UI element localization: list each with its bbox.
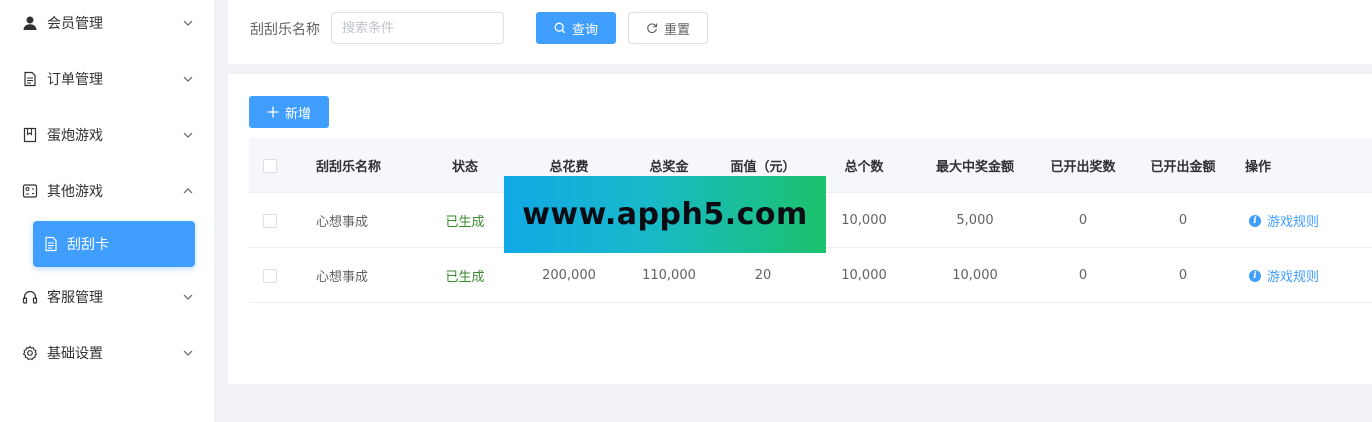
cell-max-prize: 5,000 [956, 213, 994, 228]
chevron-up-icon [183, 188, 193, 194]
user-icon [22, 15, 38, 31]
sidebar-item-label: 蛋炮游戏 [47, 128, 103, 144]
column-header: 操作 [1245, 160, 1272, 175]
refresh-icon [646, 22, 658, 34]
table-row: 心想事成 已生成 200,000 110,000 20 10,000 10,00… [249, 248, 1372, 303]
chevron-down-icon [183, 350, 193, 356]
game-rules-link[interactable]: i 游戏规则 [1249, 266, 1319, 285]
info-icon: i [1249, 269, 1261, 282]
cell-max-prize: 10,000 [952, 268, 998, 283]
sidebar: 会员管理 订单管理 蛋炮游戏 其他游戏 刮刮卡 客服管理 基础设置 [0, 0, 214, 422]
cell-total-prize: 110,000 [642, 268, 696, 283]
sidebar-item-order[interactable]: 订单管理 [0, 51, 214, 107]
reset-button[interactable]: 重置 [628, 12, 708, 44]
document-icon [22, 71, 38, 87]
query-button[interactable]: 查询 [536, 12, 616, 44]
column-header: 最大中奖金额 [935, 160, 1014, 175]
search-icon [554, 22, 566, 34]
cell-name: 心想事成 [316, 270, 369, 285]
sidebar-item-member[interactable]: 会员管理 [0, 0, 214, 51]
sidebar-item-egg-game[interactable]: 蛋炮游戏 [0, 107, 214, 163]
chevron-down-icon [183, 20, 193, 26]
add-button[interactable]: 新增 [249, 96, 329, 128]
search-label: 刮刮乐名称 [250, 22, 320, 38]
chevron-down-icon [183, 76, 193, 82]
column-header: 已开出金额 [1150, 160, 1216, 175]
sidebar-item-label: 其他游戏 [47, 184, 103, 200]
sidebar-item-label: 基础设置 [47, 346, 103, 362]
gear-icon [22, 345, 38, 361]
watermark-banner: www.apph5.com [504, 176, 826, 253]
row-checkbox[interactable] [263, 268, 277, 283]
game-rules-label: 游戏规则 [1267, 215, 1320, 230]
game-rules-link[interactable]: i 游戏规则 [1249, 211, 1319, 230]
sidebar-item-other-games[interactable]: 其他游戏 [0, 163, 214, 219]
column-header: 刮刮乐名称 [316, 160, 382, 175]
add-button-label: 新增 [284, 106, 311, 122]
sidebar-item-label: 订单管理 [47, 72, 103, 88]
cell-opened-count: 0 [1078, 268, 1088, 283]
watermark-text: www.apph5.com [522, 197, 808, 232]
sidebar-item-customer-service[interactable]: 客服管理 [0, 269, 214, 325]
cell-opened-amount: 0 [1178, 213, 1188, 228]
search-input[interactable] [331, 12, 504, 44]
chevron-down-icon [183, 294, 193, 300]
sidebar-subitem-scratch-card[interactable]: 刮刮卡 [33, 221, 195, 267]
info-icon: i [1249, 214, 1261, 227]
cell-total-cost: 200,000 [542, 268, 596, 283]
game-rules-label: 游戏规则 [1267, 270, 1320, 285]
sidebar-item-label: 客服管理 [47, 290, 103, 306]
search-panel: 刮刮乐名称 查询 重置 [228, 0, 1372, 64]
gamepad-icon [22, 183, 38, 199]
plus-icon [267, 106, 279, 118]
bookmark-icon [22, 127, 38, 143]
column-header: 已开出奖数 [1050, 160, 1116, 175]
sidebar-item-basic-settings[interactable]: 基础设置 [0, 325, 214, 381]
query-button-label: 查询 [571, 22, 598, 38]
cell-status: 已生成 [445, 270, 485, 285]
cell-status: 已生成 [445, 215, 485, 230]
column-header: 状态 [451, 160, 478, 175]
chevron-down-icon [183, 132, 193, 138]
row-checkbox[interactable] [263, 213, 277, 228]
sidebar-item-label: 会员管理 [47, 16, 103, 32]
cell-opened-count: 0 [1078, 213, 1088, 228]
select-all-checkbox[interactable] [263, 158, 277, 173]
cell-name: 心想事成 [316, 215, 369, 230]
sidebar-subitem-label: 刮刮卡 [67, 237, 109, 253]
reset-button-label: 重置 [663, 22, 690, 38]
cell-total-count: 10,000 [841, 268, 887, 283]
cell-face-value: 20 [754, 268, 772, 283]
cell-opened-amount: 0 [1178, 268, 1188, 283]
document-icon [43, 236, 59, 252]
headset-icon [22, 289, 38, 305]
